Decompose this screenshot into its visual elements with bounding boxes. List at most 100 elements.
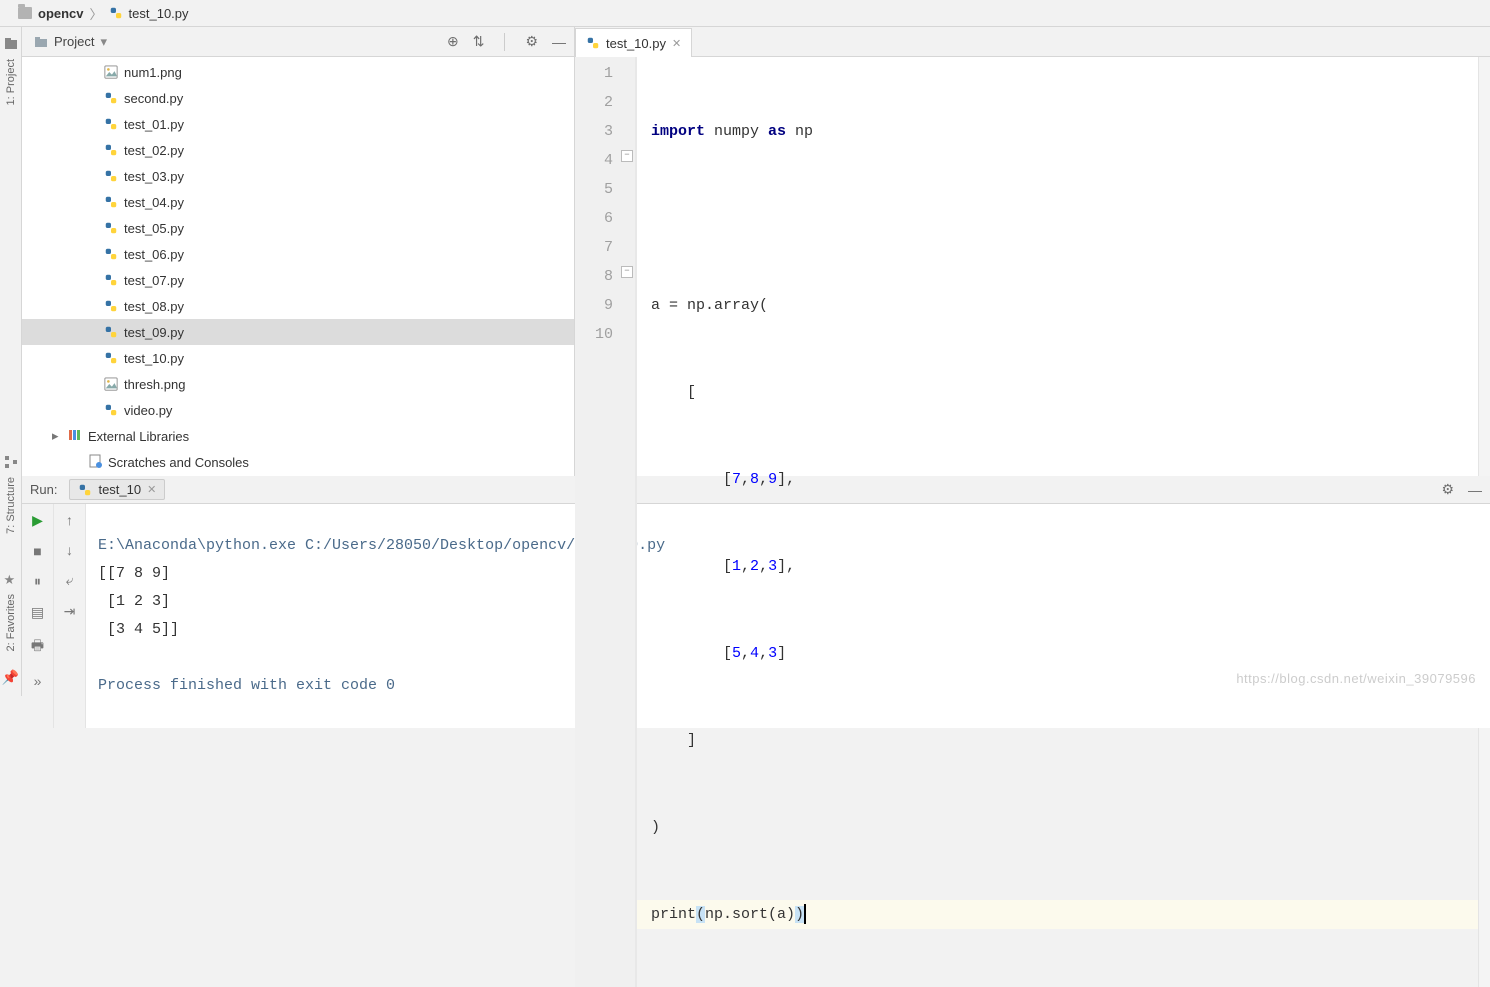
code-keyword: import	[651, 123, 705, 140]
tree-item[interactable]: num1.png	[22, 59, 574, 85]
pin-icon[interactable]: 📌	[2, 669, 19, 686]
expand-icon[interactable]: ▸	[52, 428, 62, 444]
tree-item-label: External Libraries	[88, 429, 189, 444]
structure-rail-icon	[4, 455, 18, 469]
python-file-icon	[104, 247, 118, 261]
cursor-icon	[804, 904, 806, 924]
tree-item[interactable]: video.py	[22, 397, 574, 423]
gear-icon[interactable]: ⚙	[525, 33, 538, 50]
python-file-icon	[104, 325, 118, 339]
structure-rail-label[interactable]: 7: Structure	[5, 477, 17, 534]
code-text: numpy	[705, 123, 768, 140]
locate-icon[interactable]: ⊕	[447, 33, 459, 50]
python-file-icon	[104, 299, 118, 313]
code-number: 1	[732, 558, 741, 575]
close-icon[interactable]: ✕	[147, 483, 156, 496]
output-line: [1 2 3]	[98, 593, 170, 610]
breadcrumb-file[interactable]: test_10.py	[129, 6, 189, 21]
tree-item-label: test_09.py	[124, 325, 184, 340]
tree-item-label: second.py	[124, 91, 183, 106]
line-number: 1	[575, 59, 613, 88]
scratches-icon	[88, 454, 102, 471]
tree-item[interactable]: Scratches and Consoles	[22, 449, 574, 475]
line-number: 5	[575, 175, 613, 204]
code-text: ,	[759, 471, 768, 488]
python-file-icon	[104, 351, 118, 365]
tree-item[interactable]: test_02.py	[22, 137, 574, 163]
tree-item[interactable]: test_10.py	[22, 345, 574, 371]
layout-icon[interactable]: ▤	[31, 604, 44, 621]
code-text: ,	[741, 645, 750, 662]
fold-open-icon[interactable]: −	[621, 150, 633, 162]
line-number: 10	[575, 320, 613, 349]
scroll-end-icon[interactable]: ⇥	[64, 603, 76, 620]
output-exit: Process finished with exit code 0	[98, 677, 395, 694]
code-number: 5	[732, 645, 741, 662]
tree-item[interactable]: test_03.py	[22, 163, 574, 189]
more-icon[interactable]: »	[34, 673, 42, 689]
rerun-icon[interactable]: ▶	[32, 512, 43, 529]
code-number: 3	[768, 645, 777, 662]
editor-tab[interactable]: test_10.py ✕	[575, 28, 692, 57]
run-exec-toolbar: ▶ ■ ⏸ ▤ 🖶 »	[22, 504, 54, 728]
code-number: 4	[750, 645, 759, 662]
tree-item[interactable]: test_08.py	[22, 293, 574, 319]
python-file-icon	[104, 195, 118, 209]
python-file-icon	[109, 6, 123, 20]
pause-icon[interactable]: ⏸	[34, 573, 41, 590]
tree-item[interactable]: second.py	[22, 85, 574, 111]
collapse-all-icon[interactable]: ⇅	[473, 33, 485, 50]
image-file-icon	[104, 65, 118, 79]
code-text: [	[651, 558, 732, 575]
run-nav-toolbar: ↑ ↓ ⤶ ⇥	[54, 504, 86, 728]
tree-item-label: test_10.py	[124, 351, 184, 366]
tree-item-label: thresh.png	[124, 377, 185, 392]
code-text: [	[651, 378, 1478, 407]
code-paren: (	[696, 906, 705, 923]
line-number: 2	[575, 88, 613, 117]
code-text: ,	[741, 558, 750, 575]
workspace: Project ▾ ⊕ ⇅ ⚙ — num1.png second.py test_…	[22, 27, 1490, 476]
code-lines[interactable]: import numpy as np a = np.array( [ [7,8,…	[637, 57, 1478, 987]
run-tab-label: test_10	[98, 482, 141, 497]
tree-item[interactable]: test_05.py	[22, 215, 574, 241]
tree-item[interactable]: ▸ External Libraries	[22, 423, 574, 449]
tree-item-label: test_07.py	[124, 273, 184, 288]
run-label: Run:	[30, 482, 57, 497]
close-icon[interactable]: ✕	[672, 37, 681, 50]
breadcrumb-folder[interactable]: opencv	[38, 6, 84, 21]
code-keyword: as	[768, 123, 786, 140]
chevron-down-icon[interactable]: ▾	[100, 34, 107, 50]
breadcrumb: opencv 〉 test_10.py	[0, 0, 1490, 27]
output-line: [[7 8 9]	[98, 565, 170, 582]
code-text: [	[651, 471, 732, 488]
favorites-rail-icon: ★	[4, 572, 18, 586]
project-rail-label[interactable]: 1: Project	[5, 59, 17, 105]
down-icon[interactable]: ↓	[66, 542, 73, 558]
tree-item[interactable]: thresh.png	[22, 371, 574, 397]
tree-item[interactable]: test_09.py	[22, 319, 574, 345]
code-text: ]	[651, 726, 1478, 755]
favorites-rail-label[interactable]: 2: Favorites	[5, 594, 17, 651]
tree-item[interactable]: test_04.py	[22, 189, 574, 215]
tree-item[interactable]: test_06.py	[22, 241, 574, 267]
sidebar-title[interactable]: Project	[54, 34, 94, 49]
project-tree[interactable]: num1.pngsecond.pytest_01.pytest_02.pytes…	[22, 57, 574, 476]
python-file-icon	[104, 273, 118, 287]
editor-pane: test_10.py ✕ 12345678910− − import numpy…	[575, 27, 1490, 476]
python-file-icon	[104, 143, 118, 157]
soft-wrap-icon[interactable]: ⤶	[66, 572, 74, 589]
print-icon[interactable]: 🖶	[31, 635, 44, 659]
stop-icon[interactable]: ■	[33, 543, 41, 559]
tree-item[interactable]: test_07.py	[22, 267, 574, 293]
python-file-icon	[104, 91, 118, 105]
tree-item-label: num1.png	[124, 65, 182, 80]
code-area[interactable]: 12345678910− − import numpy as np a = np…	[575, 57, 1490, 987]
up-icon[interactable]: ↑	[66, 512, 73, 528]
tree-item[interactable]: test_01.py	[22, 111, 574, 137]
library-icon	[68, 428, 82, 445]
hide-icon[interactable]: —	[552, 34, 566, 50]
run-config-tab[interactable]: test_10 ✕	[69, 479, 165, 500]
code-number: 8	[750, 471, 759, 488]
fold-close-icon[interactable]: −	[621, 266, 633, 278]
